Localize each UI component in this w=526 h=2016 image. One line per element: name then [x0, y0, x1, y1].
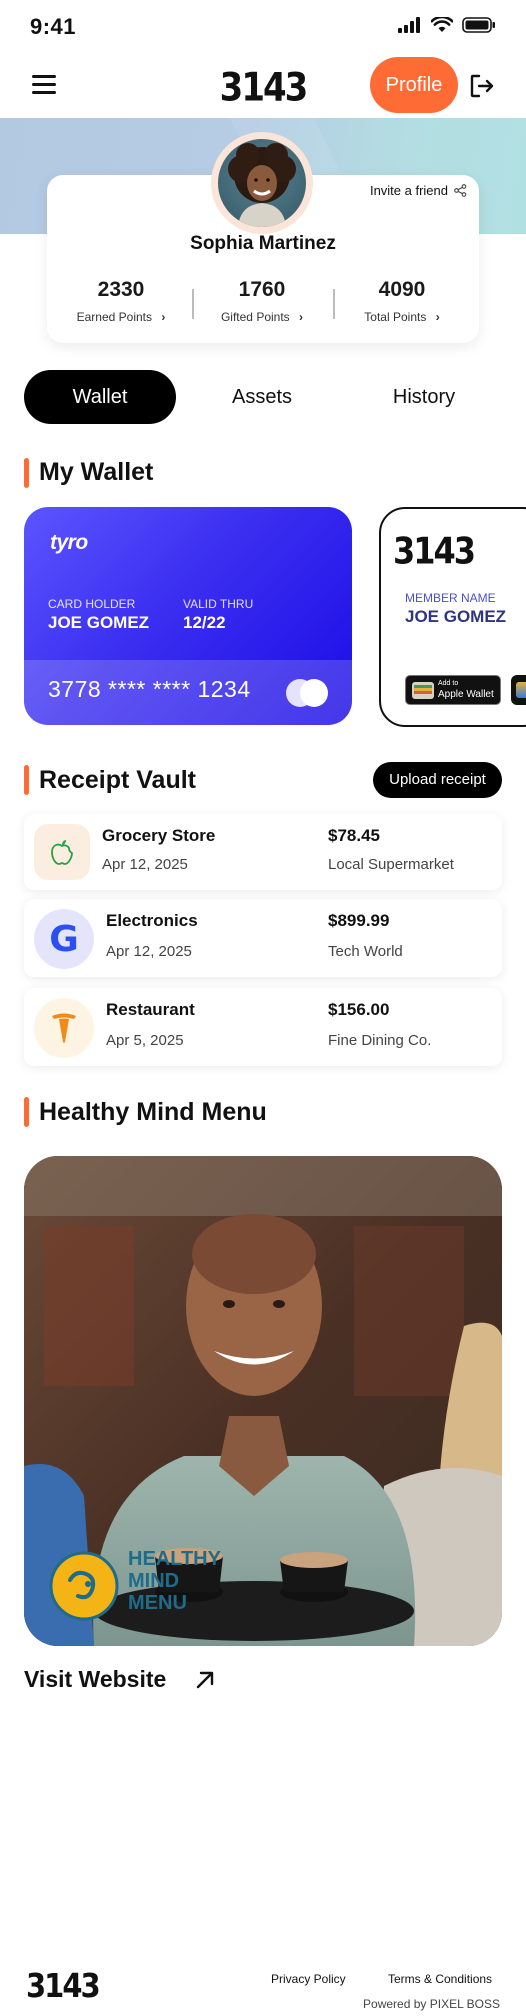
- visit-website-label: Visit Website: [24, 1666, 167, 1692]
- promo-photo[interactable]: HEALTHY MIND MENU: [24, 1156, 502, 1646]
- tab-wallet[interactable]: Wallet: [24, 370, 176, 424]
- share-icon: [454, 184, 467, 197]
- stat-label: Gifted Points: [220, 310, 290, 324]
- terms-link[interactable]: Terms & Conditions: [388, 1972, 492, 1986]
- wallet-big-text: Apple Wallet: [438, 689, 494, 700]
- face-logo-icon: [49, 1551, 119, 1621]
- upload-receipt-button[interactable]: Upload receipt: [373, 762, 502, 798]
- stat-value: 4090: [378, 278, 426, 301]
- healthy-logo-line: MENU: [128, 1592, 187, 1614]
- receipt-merchant: Fine Dining Co.: [328, 1032, 432, 1049]
- apple-icon: [34, 824, 90, 880]
- tesla-icon: [34, 998, 94, 1058]
- healthy-section-title: Healthy Mind Menu: [39, 1098, 267, 1126]
- receipt-name: Restaurant: [106, 1000, 195, 1019]
- card-holder-name: JOE GOMEZ: [48, 613, 150, 632]
- app-header: 3143 Profile: [0, 54, 526, 118]
- wallet-icon: [412, 682, 434, 699]
- receipt-amount: $156.00: [328, 1000, 390, 1019]
- google-wallet-button[interactable]: [511, 675, 526, 705]
- receipt-merchant: Local Supermarket: [328, 856, 454, 873]
- footer-logo[interactable]: 3143: [26, 1966, 101, 2005]
- section-accent: [24, 1097, 29, 1127]
- card-holder-label: CARD HOLDER: [48, 597, 136, 611]
- stat-earned[interactable]: 2330 Earned Points ›: [56, 278, 186, 324]
- privacy-policy-link[interactable]: Privacy Policy: [271, 1972, 346, 1986]
- stat-label-row: Earned Points ›: [56, 310, 186, 324]
- receipt-amount: $899.99: [328, 911, 390, 930]
- card-valid-date: 12/22: [183, 613, 226, 632]
- card-number: 3778 **** **** 1234: [48, 676, 251, 702]
- invite-label: Invite a friend: [369, 183, 448, 198]
- stat-divider: [192, 289, 194, 319]
- member-card-logo: 3143: [393, 529, 476, 573]
- apple-wallet-button[interactable]: Add to Apple Wallet: [405, 675, 501, 705]
- card-network-icon: [286, 679, 328, 707]
- section-accent: [24, 765, 29, 795]
- visit-website-link[interactable]: Visit Website: [24, 1666, 216, 1693]
- stat-gifted[interactable]: 1760 Gifted Points ›: [197, 278, 327, 324]
- google-icon: G: [34, 909, 94, 969]
- wallet-section-title: My Wallet: [39, 458, 154, 486]
- card-brand-logo: tyro: [50, 531, 88, 554]
- receipt-item[interactable]: Grocery Store Apr 12, 2025 $78.45 Local …: [24, 814, 502, 890]
- section-accent: [24, 458, 29, 488]
- stat-value: 2330: [97, 278, 145, 301]
- receipt-merchant: Tech World: [328, 943, 403, 960]
- receipt-date: Apr 5, 2025: [106, 1032, 184, 1049]
- invite-friend-link[interactable]: Invite a friend: [370, 183, 467, 198]
- member-name-label: MEMBER NAME: [405, 591, 496, 605]
- chevron-right-icon: ›: [299, 310, 304, 324]
- payment-card[interactable]: tyro CARD HOLDER JOE GOMEZ VALID THRU 12…: [24, 507, 352, 725]
- member-card[interactable]: 3143 MEMBER NAME JOE GOMEZ Add to Apple …: [379, 507, 526, 727]
- footer: 3143 Privacy Policy Terms & Conditions P…: [0, 1960, 526, 2016]
- stat-label-row: Gifted Points ›: [197, 310, 327, 324]
- status-bar: 9:41: [0, 0, 526, 54]
- stat-value: 1760: [238, 278, 286, 301]
- tab-history[interactable]: History: [348, 370, 500, 424]
- avatar[interactable]: [218, 139, 306, 227]
- receipt-name: Grocery Store: [102, 826, 216, 845]
- member-name: JOE GOMEZ: [405, 607, 507, 626]
- chevron-right-icon: ›: [435, 310, 440, 324]
- healthy-logo-line: MIND: [128, 1570, 180, 1592]
- wallet-small-text: Add to: [438, 680, 459, 687]
- receipt-amount: $78.45: [328, 826, 380, 845]
- stat-divider: [333, 289, 335, 319]
- battery-icon: [462, 17, 495, 33]
- receipt-name: Electronics: [106, 911, 198, 930]
- status-time: 9:41: [30, 14, 77, 39]
- card-valid-label: VALID THRU: [183, 597, 254, 611]
- profile-name: Sophia Martinez: [190, 233, 336, 254]
- receipt-date: Apr 12, 2025: [106, 943, 192, 960]
- stat-label: Earned Points: [76, 310, 153, 324]
- receipt-section-title: Receipt Vault: [39, 766, 196, 794]
- arrow-up-right-icon: [197, 1671, 214, 1688]
- chevron-right-icon: ›: [161, 310, 166, 324]
- receipt-date: Apr 12, 2025: [102, 856, 188, 873]
- receipt-item[interactable]: G Electronics Apr 12, 2025 $899.99 Tech …: [24, 899, 502, 977]
- receipt-item[interactable]: Restaurant Apr 5, 2025 $156.00 Fine Dini…: [24, 988, 502, 1066]
- profile-button[interactable]: Profile: [370, 57, 458, 113]
- status-icons: [398, 17, 496, 33]
- powered-by: Powered by PIXEL BOSS: [363, 1997, 500, 2011]
- healthy-logo-line: HEALTHY: [128, 1548, 221, 1570]
- stat-total[interactable]: 4090 Total Points ›: [337, 278, 467, 324]
- stat-label: Total Points: [364, 310, 427, 324]
- tab-assets[interactable]: Assets: [186, 370, 338, 424]
- tab-bar: Wallet Assets History: [24, 370, 502, 424]
- signal-icon: [398, 17, 420, 33]
- logout-icon[interactable]: [468, 72, 496, 100]
- healthy-logo: HEALTHY MIND MENU: [48, 1548, 228, 1628]
- wifi-icon: [431, 17, 453, 32]
- stat-label-row: Total Points ›: [337, 310, 467, 324]
